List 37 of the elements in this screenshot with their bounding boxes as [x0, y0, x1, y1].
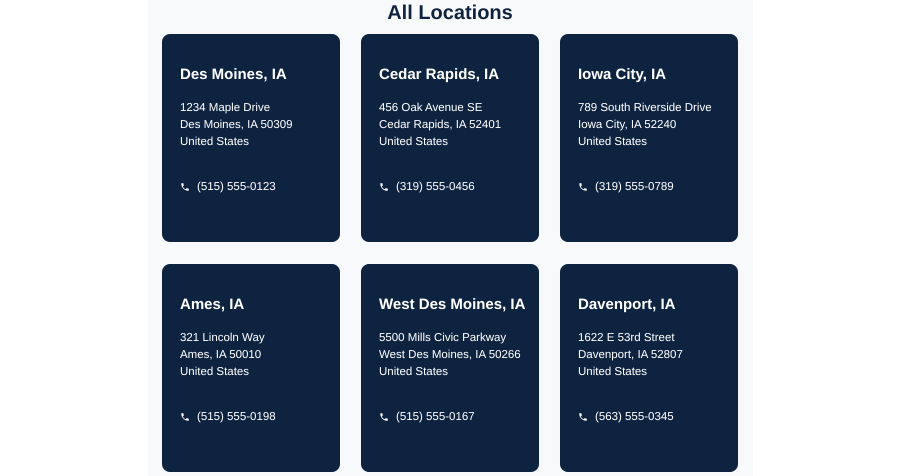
address-line: 456 Oak Avenue SE [379, 101, 484, 116]
phone-number[interactable]: (319) 555-0456 [396, 179, 475, 195]
phone-number[interactable]: (319) 555-0789 [595, 179, 674, 195]
address-line: United States [180, 135, 250, 150]
location-name: Davenport, IA [578, 296, 677, 314]
phone-icon [379, 182, 389, 192]
location-name: Iowa City, IA [578, 66, 668, 84]
address-line: United States [379, 365, 450, 380]
address-line: Cedar Rapids, IA 52401 [379, 118, 502, 133]
phone-icon [578, 182, 588, 192]
phone-icon [578, 412, 588, 422]
location-name: Ames, IA [180, 296, 246, 314]
location-name: West Des Moines, IA [379, 296, 526, 314]
address-line: 1234 Maple Drive [180, 101, 272, 116]
phone-number[interactable]: (515) 555-0123 [197, 179, 276, 195]
address-line: 5500 Mills Civic Parkway [379, 331, 508, 346]
address-line: United States [578, 365, 648, 380]
phone-number[interactable]: (515) 555-0198 [197, 409, 276, 425]
location-name: Des Moines, IA [180, 66, 288, 84]
phone-icon [180, 412, 190, 422]
address-line: Des Moines, IA 50309 [180, 118, 294, 133]
address-line: 789 South Riverside Drive [578, 101, 713, 116]
location-name: Cedar Rapids, IA [379, 66, 500, 84]
address-line: United States [180, 365, 250, 380]
address-line: Iowa City, IA 52240 [578, 118, 678, 133]
section-title: All Locations [387, 1, 513, 26]
phone-number[interactable]: (515) 555-0167 [396, 409, 475, 425]
address-line: Ames, IA 50010 [180, 348, 262, 363]
address-line: 321 Lincoln Way [180, 331, 266, 346]
address-line: West Des Moines, IA 50266 [379, 348, 522, 363]
address-line: 1622 E 53rd Street [578, 331, 676, 346]
address-line: United States [578, 135, 648, 150]
phone-number[interactable]: (563) 555-0345 [595, 409, 674, 425]
address-line: United States [379, 135, 450, 150]
phone-icon [180, 182, 190, 192]
phone-icon [379, 412, 389, 422]
address-line: Davenport, IA 52807 [578, 348, 684, 363]
